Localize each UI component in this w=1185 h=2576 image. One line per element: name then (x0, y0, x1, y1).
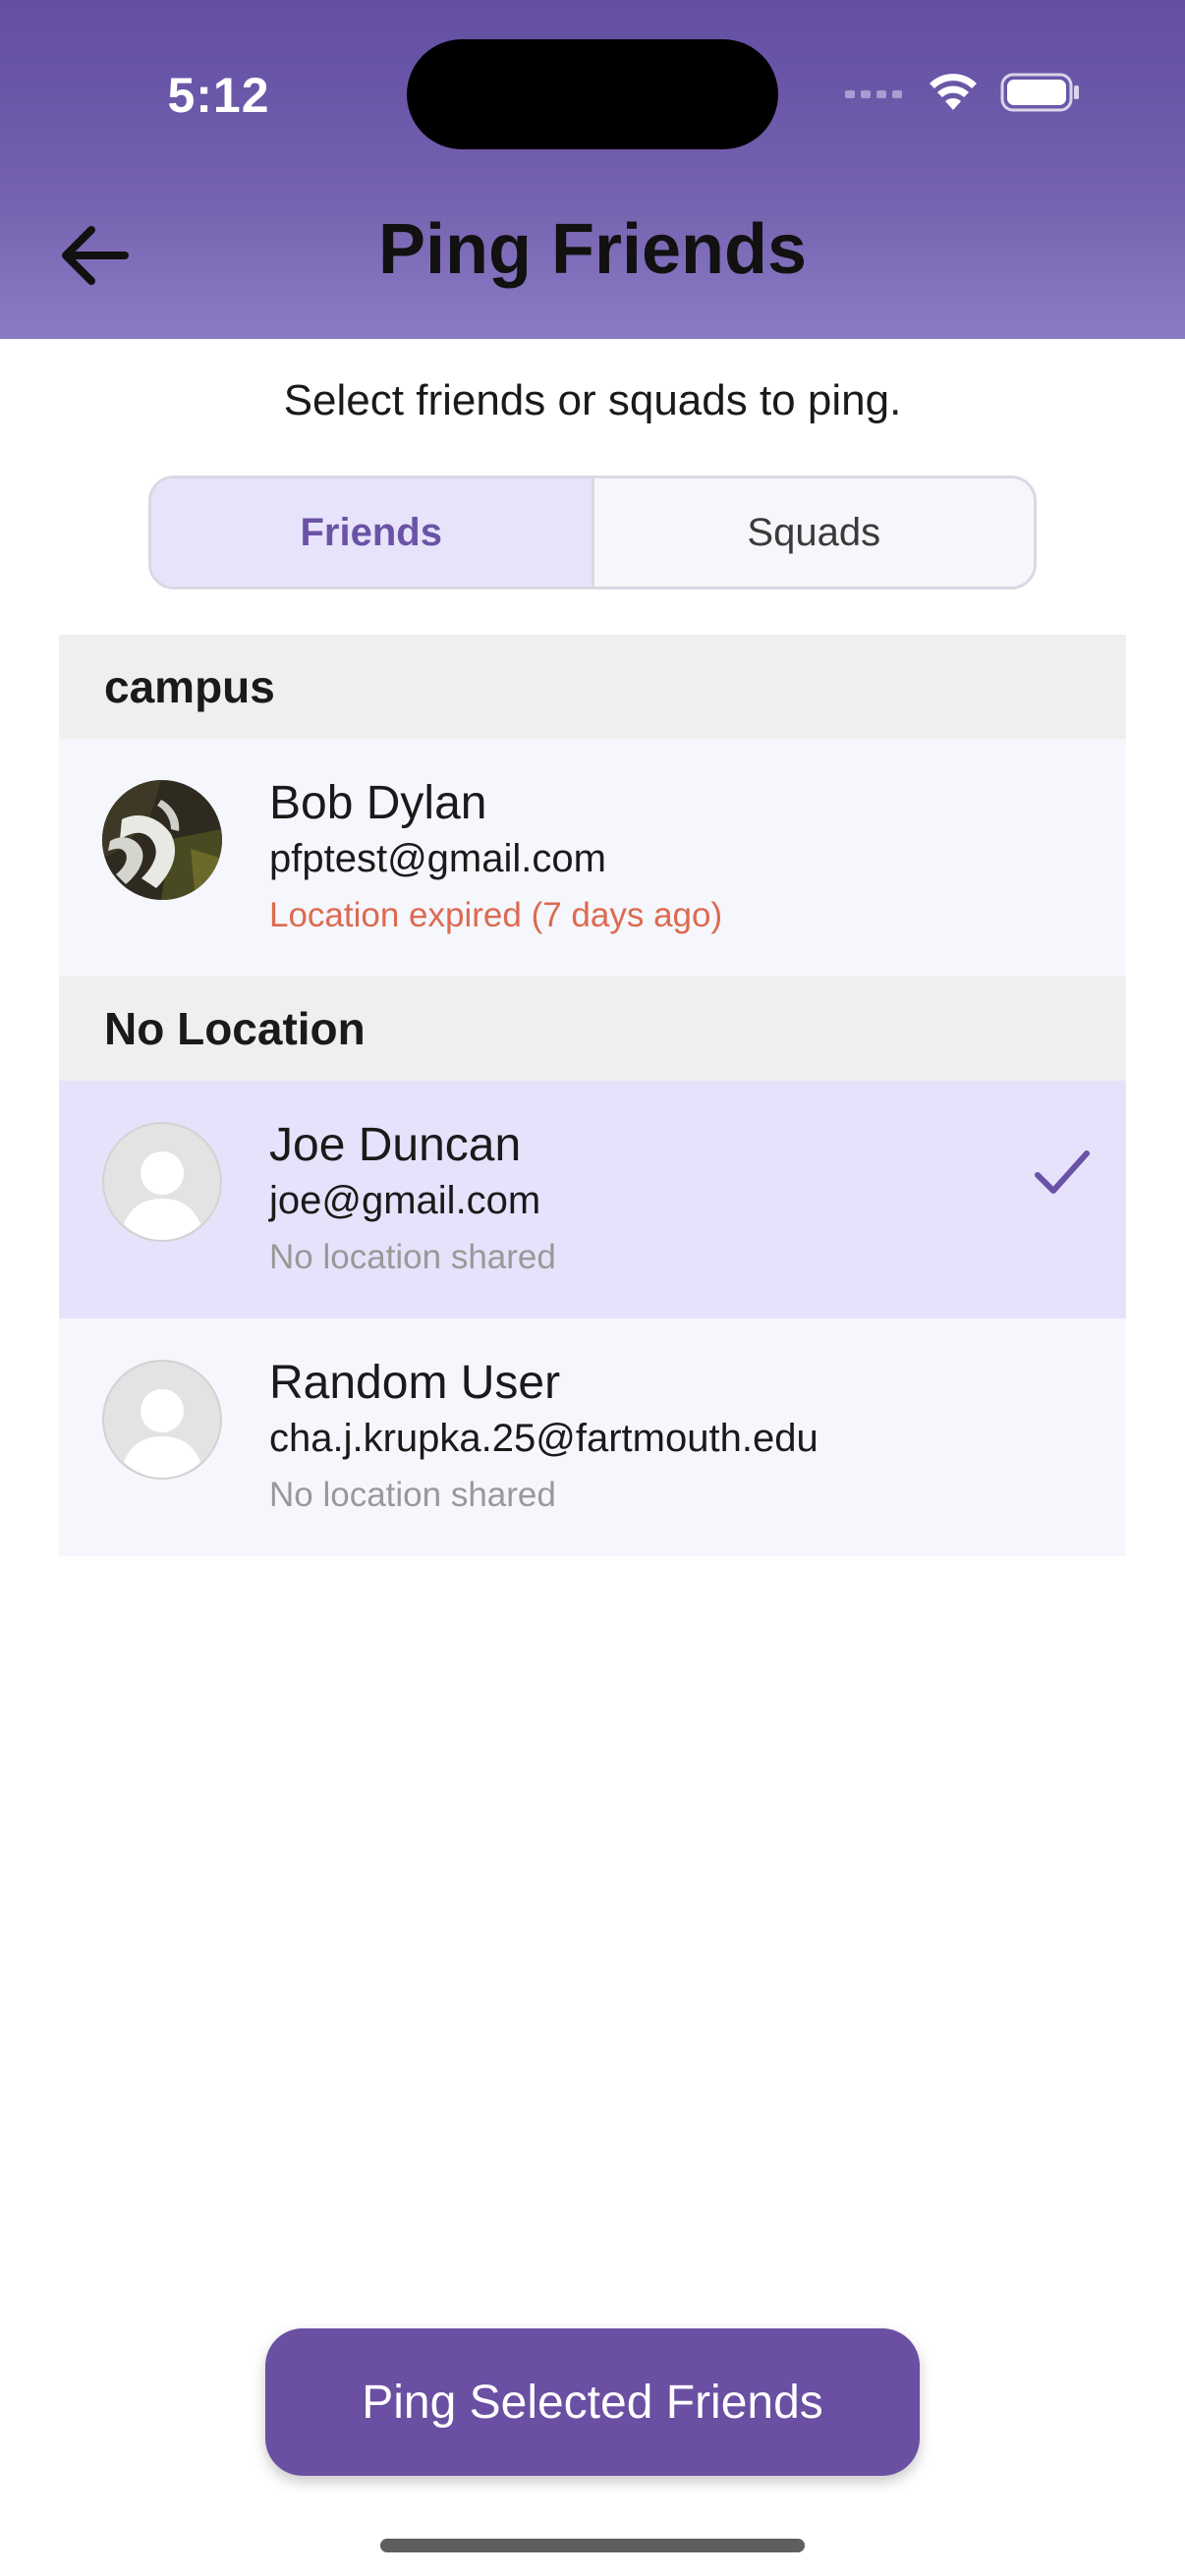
status-icons (845, 69, 1081, 118)
section-header-no-location: No Location (59, 977, 1126, 1081)
instruction-text: Select friends or squads to ping. (283, 376, 902, 424)
status-time: 5:12 (167, 68, 270, 123)
friend-row-joe-duncan[interactable]: Joe Duncan joe@gmail.com No location sha… (59, 1081, 1126, 1318)
friend-name: Joe Duncan (269, 1119, 522, 1171)
default-avatar-icon (102, 1122, 222, 1242)
avatar (102, 1360, 222, 1480)
tab-friends[interactable]: Friends (151, 478, 592, 587)
cellular-signal-icon (845, 90, 902, 98)
friends-squads-toggle: Friends Squads (148, 476, 1037, 589)
profile-photo-waterfall (102, 780, 222, 900)
friend-name: Random User (269, 1357, 561, 1409)
location-status: Location expired (7 days ago) (269, 896, 723, 934)
location-status: No location shared (269, 1476, 556, 1514)
section-header-campus: campus (59, 635, 1126, 739)
friend-email: joe@gmail.com (269, 1179, 541, 1222)
friend-row-random-user[interactable]: Random User cha.j.krupka.25@fartmouth.ed… (59, 1318, 1126, 1556)
battery-icon (1000, 73, 1079, 112)
page-title: Ping Friends (377, 210, 808, 289)
avatar (102, 1122, 222, 1242)
home-indicator[interactable] (380, 2539, 805, 2552)
wifi-icon (930, 74, 977, 110)
friend-row-bob-dylan[interactable]: Bob Dylan pfptest@gmail.com Location exp… (59, 739, 1126, 977)
dynamic-island (407, 39, 778, 149)
header-bar: 5:12 Ping Friends (0, 0, 1185, 339)
friend-list: campus Bob Dylan pfptest@gmail.com Locat… (59, 635, 1126, 1556)
friend-name: Bob Dylan (269, 777, 487, 829)
checkmark-icon (1035, 1150, 1090, 1194)
friend-email: cha.j.krupka.25@fartmouth.edu (269, 1417, 818, 1460)
friend-email: pfptest@gmail.com (269, 837, 606, 880)
default-avatar-icon (102, 1360, 222, 1480)
tab-squads[interactable]: Squads (591, 478, 1034, 587)
avatar (102, 780, 222, 900)
ping-selected-friends-button[interactable]: Ping Selected Friends (265, 2328, 920, 2476)
location-status: No location shared (269, 1238, 556, 1276)
